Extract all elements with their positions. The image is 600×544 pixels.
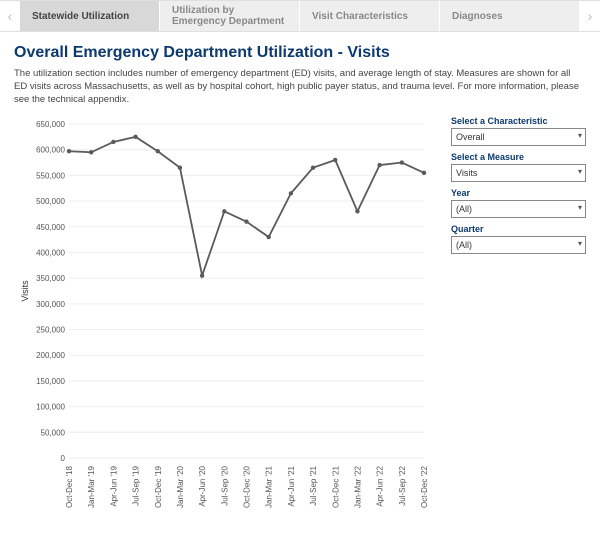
svg-text:Oct-Dec '18: Oct-Dec '18 <box>65 466 74 509</box>
svg-text:Apr-Jun '22: Apr-Jun '22 <box>376 466 385 507</box>
svg-text:Visits: Visits <box>20 280 30 302</box>
svg-text:Jan-Mar '22: Jan-Mar '22 <box>353 466 362 509</box>
svg-text:Jul-Sep '20: Jul-Sep '20 <box>220 466 229 506</box>
svg-text:350,000: 350,000 <box>36 275 65 284</box>
svg-text:0: 0 <box>61 454 66 463</box>
svg-text:Jan-Mar '19: Jan-Mar '19 <box>87 466 96 509</box>
svg-text:Oct-Dec '21: Oct-Dec '21 <box>331 466 340 509</box>
svg-text:550,000: 550,000 <box>36 172 65 181</box>
svg-text:Jan-Mar '20: Jan-Mar '20 <box>176 466 185 509</box>
quarter-label: Quarter <box>451 224 586 234</box>
select-value: Visits <box>456 168 477 178</box>
svg-text:100,000: 100,000 <box>36 403 65 412</box>
tab-visit-characteristics[interactable]: Visit Characteristics <box>300 1 440 31</box>
tab-label: Diagnoses <box>452 11 503 22</box>
svg-text:150,000: 150,000 <box>36 377 65 386</box>
tab-label: Statewide Utilization <box>32 11 129 22</box>
tab-diagnoses[interactable]: Diagnoses <box>440 1 580 31</box>
year-label: Year <box>451 188 586 198</box>
svg-text:Apr-Jun '20: Apr-Jun '20 <box>198 466 207 507</box>
tab-label: Visit Characteristics <box>312 11 408 22</box>
svg-text:400,000: 400,000 <box>36 249 65 258</box>
year-select[interactable]: (All) <box>451 200 586 218</box>
svg-text:50,000: 50,000 <box>41 429 66 438</box>
tab-statewide-utilization[interactable]: Statewide Utilization <box>20 1 160 31</box>
select-value: (All) <box>456 204 472 214</box>
svg-text:Oct-Dec '20: Oct-Dec '20 <box>243 466 252 509</box>
svg-text:250,000: 250,000 <box>36 326 65 335</box>
chevron-right-icon: › <box>588 8 593 24</box>
svg-text:Jan-Mar '21: Jan-Mar '21 <box>265 466 274 509</box>
tab-utilization-by-ed[interactable]: Utilization by Emergency Department <box>160 1 300 31</box>
svg-text:450,000: 450,000 <box>36 223 65 232</box>
select-value: Overall <box>456 132 485 142</box>
svg-text:500,000: 500,000 <box>36 198 65 207</box>
svg-text:Apr-Jun '21: Apr-Jun '21 <box>287 466 296 507</box>
svg-text:Apr-Jun '19: Apr-Jun '19 <box>109 466 118 507</box>
tabs-prev-button[interactable]: ‹ <box>0 1 20 31</box>
select-value: (All) <box>456 240 472 250</box>
page-description: The utilization section includes number … <box>14 68 586 106</box>
svg-text:Oct-Dec '19: Oct-Dec '19 <box>154 466 163 509</box>
quarter-select[interactable]: (All) <box>451 236 586 254</box>
chart-container: 0 50,000 100,000 150,000 200,000 250,000 300,0… <box>14 116 439 536</box>
tabs-next-button[interactable]: › <box>580 1 600 31</box>
measure-label: Select a Measure <box>451 152 586 162</box>
page-title: Overall Emergency Department Utilization… <box>14 44 586 62</box>
characteristic-select[interactable]: Overall <box>451 128 586 146</box>
filter-panel: Select a Characteristic Overall Select a… <box>451 116 586 536</box>
chevron-left-icon: ‹ <box>8 8 13 24</box>
svg-text:200,000: 200,000 <box>36 352 65 361</box>
svg-text:Oct-Dec '22: Oct-Dec '22 <box>420 466 429 509</box>
visits-line-chart: 0 50,000 100,000 150,000 200,000 250,000 300,0… <box>14 116 434 536</box>
svg-text:650,000: 650,000 <box>36 120 65 129</box>
measure-select[interactable]: Visits <box>451 164 586 182</box>
svg-text:600,000: 600,000 <box>36 146 65 155</box>
svg-text:Jul-Sep '19: Jul-Sep '19 <box>132 466 141 506</box>
characteristic-label: Select a Characteristic <box>451 116 586 126</box>
svg-text:300,000: 300,000 <box>36 300 65 309</box>
tab-label: Utilization by Emergency Department <box>172 5 287 27</box>
svg-text:Jul-Sep '22: Jul-Sep '22 <box>398 466 407 506</box>
tab-bar: ‹ Statewide Utilization Utilization by E… <box>0 0 600 32</box>
svg-text:Jul-Sep '21: Jul-Sep '21 <box>309 466 318 506</box>
